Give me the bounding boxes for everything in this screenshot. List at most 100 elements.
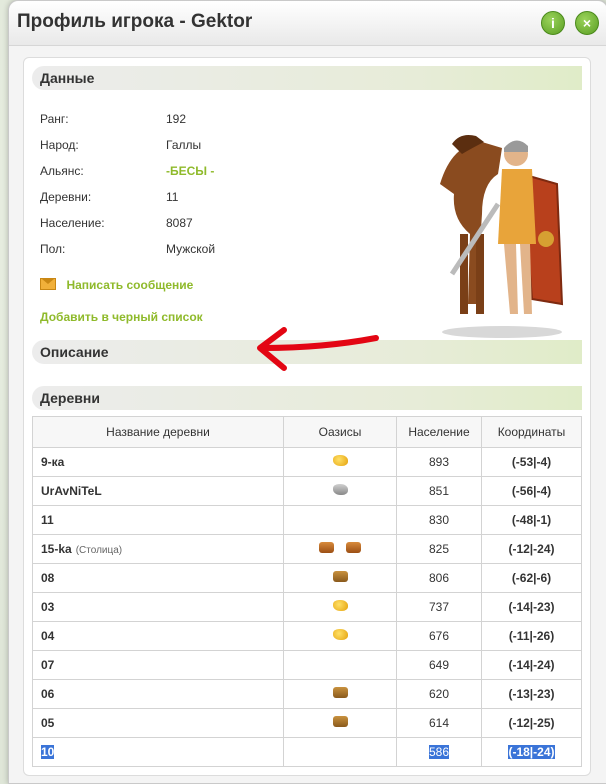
population-cell: 806 xyxy=(396,563,482,593)
oasis-cell xyxy=(283,447,397,477)
villages-count-row: Деревни: 11 xyxy=(40,190,178,204)
population-cell: 614 xyxy=(396,708,482,738)
oasis-cell xyxy=(283,708,397,738)
wood-oasis-icon[interactable] xyxy=(332,571,348,582)
oasis-cell xyxy=(283,505,397,535)
village-name-link[interactable]: 05 xyxy=(32,708,284,738)
population-cell: 893 xyxy=(396,447,482,477)
population-cell: 851 xyxy=(396,476,482,506)
coords-link[interactable]: (-14|-24) xyxy=(481,650,582,680)
villages-count-value: 11 xyxy=(166,190,179,204)
oasis-cell xyxy=(283,679,397,709)
village-name-link[interactable]: 08 xyxy=(32,563,284,593)
coords-link[interactable]: (-53|-4) xyxy=(481,447,582,477)
table-row: 15-ka (Столица) 825 (-12|-24) xyxy=(32,534,582,564)
gender-value: Мужской xyxy=(166,242,216,256)
population-cell: 620 xyxy=(396,679,482,709)
col-village-name: Название деревни xyxy=(32,416,284,448)
coords-link[interactable]: (-62|-6) xyxy=(481,563,582,593)
oasis-cell xyxy=(283,563,397,593)
table-row: 08 806 (-62|-6) xyxy=(32,563,582,593)
table-row: 11 830 (-48|-1) xyxy=(32,505,582,535)
table-row: 9-ка 893 (-53|-4) xyxy=(32,447,582,477)
coords-link[interactable]: (-11|-26) xyxy=(481,621,582,651)
rank-row: Ранг: 192 xyxy=(40,112,186,126)
table-row: 07 649 (-14|-24) xyxy=(32,650,582,680)
coords-link[interactable]: (-14|-23) xyxy=(481,592,582,622)
wheat-oasis-icon[interactable] xyxy=(332,600,348,611)
send-message-label: Написать сообщение xyxy=(66,278,194,292)
wood-oasis-icon[interactable] xyxy=(332,687,348,698)
population-label: Население: xyxy=(40,216,105,230)
village-name-link[interactable]: 03 xyxy=(32,592,284,622)
wheat-oasis-icon[interactable] xyxy=(332,629,348,640)
oasis-cell xyxy=(283,534,397,564)
clay-oasis-icon[interactable] xyxy=(319,542,334,553)
wood-oasis-icon[interactable] xyxy=(332,716,348,727)
coords-link[interactable]: (-48|-1) xyxy=(481,505,582,535)
population-cell: 737 xyxy=(396,592,482,622)
villages-section-heading: Деревни xyxy=(32,386,582,410)
villages-table: Название деревни Оазисы Население Коорди… xyxy=(32,416,582,767)
table-row: 03 737 (-14|-23) xyxy=(32,592,582,622)
coords-link[interactable]: (-13|-23) xyxy=(481,679,582,709)
population-value: 8087 xyxy=(166,216,193,230)
gender-row: Пол: Мужской xyxy=(40,242,215,256)
population-cell: 676 xyxy=(396,621,482,651)
player-profile-window: Профиль игрока - Gektor i × Данные Ранг:… xyxy=(8,0,606,784)
alliance-row: Альянс: -БЕСЫ - xyxy=(40,164,214,178)
rank-label: Ранг: xyxy=(40,112,69,126)
coords-link[interactable]: (-12|-25) xyxy=(481,708,582,738)
col-oases: Оазисы xyxy=(283,416,397,448)
wheat-oasis-icon[interactable] xyxy=(332,455,348,466)
village-name-link[interactable]: 07 xyxy=(32,650,284,680)
gaul-warrior-avatar xyxy=(440,135,564,338)
oasis-cell xyxy=(283,737,397,767)
profile-panel: Данные Ранг: 192 Народ: Галлы Альянс: -Б… xyxy=(23,57,591,776)
info-icon[interactable]: i xyxy=(541,11,565,35)
window-title: Профиль игрока - Gektor xyxy=(17,11,253,32)
village-name-link[interactable]: 9-ка xyxy=(32,447,284,477)
col-population: Население xyxy=(396,416,482,448)
table-row: 04 676 (-11|-26) xyxy=(32,621,582,651)
coords-link[interactable]: (-56|-4) xyxy=(481,476,582,506)
col-coordinates: Координаты xyxy=(481,416,582,448)
clay-oasis-icon[interactable] xyxy=(346,542,361,553)
population-cell: 825 xyxy=(396,534,482,564)
envelope-icon xyxy=(40,278,56,290)
window-titlebar: Профиль игрока - Gektor i × xyxy=(9,1,606,46)
coords-link[interactable]: (-12|-24) xyxy=(481,534,582,564)
oasis-cell xyxy=(283,650,397,680)
send-message-link[interactable]: Написать сообщение xyxy=(40,276,193,294)
population-cell: 649 xyxy=(396,650,482,680)
village-name-link[interactable]: 11 xyxy=(32,505,284,535)
population-cell: 586 xyxy=(396,737,482,767)
gender-label: Пол: xyxy=(40,242,66,256)
oasis-cell xyxy=(283,476,397,506)
village-name-link[interactable]: 04 xyxy=(32,621,284,651)
iron-oasis-icon[interactable] xyxy=(332,484,348,495)
table-row: UrAvNiTeL 851 (-56|-4) xyxy=(32,476,582,506)
table-header-row: Название деревни Оазисы Население Коорди… xyxy=(32,416,582,448)
table-row: 10 586 (-18|-24) xyxy=(32,737,582,767)
tribe-value: Галлы xyxy=(166,138,202,152)
villages-table-body: 9-ка 893 (-53|-4) UrAvNiTeL 851 (-56|-4)… xyxy=(32,447,582,767)
table-row: 06 620 (-13|-23) xyxy=(32,679,582,709)
alliance-link[interactable]: -БЕСЫ - xyxy=(166,164,214,178)
coords-link[interactable]: (-18|-24) xyxy=(481,737,582,767)
villages-count-label: Деревни: xyxy=(40,190,92,204)
blacklist-link[interactable]: Добавить в черный список xyxy=(40,308,203,326)
population-cell: 830 xyxy=(396,505,482,535)
tribe-label: Народ: xyxy=(40,138,79,152)
blacklist-label: Добавить в черный список xyxy=(40,310,203,324)
village-name-link[interactable]: 15-ka (Столица) xyxy=(32,534,284,564)
capital-badge: (Столица) xyxy=(75,545,123,556)
village-name-link[interactable]: UrAvNiTeL xyxy=(32,476,284,506)
data-section: Ранг: 192 Народ: Галлы Альянс: -БЕСЫ - Д… xyxy=(32,90,582,371)
oasis-cell xyxy=(283,621,397,651)
close-icon[interactable]: × xyxy=(575,11,599,35)
oasis-cell xyxy=(283,592,397,622)
profile-content: Данные Ранг: 192 Народ: Галлы Альянс: -Б… xyxy=(23,57,591,776)
village-name-link[interactable]: 10 xyxy=(32,737,284,767)
village-name-link[interactable]: 06 xyxy=(32,679,284,709)
